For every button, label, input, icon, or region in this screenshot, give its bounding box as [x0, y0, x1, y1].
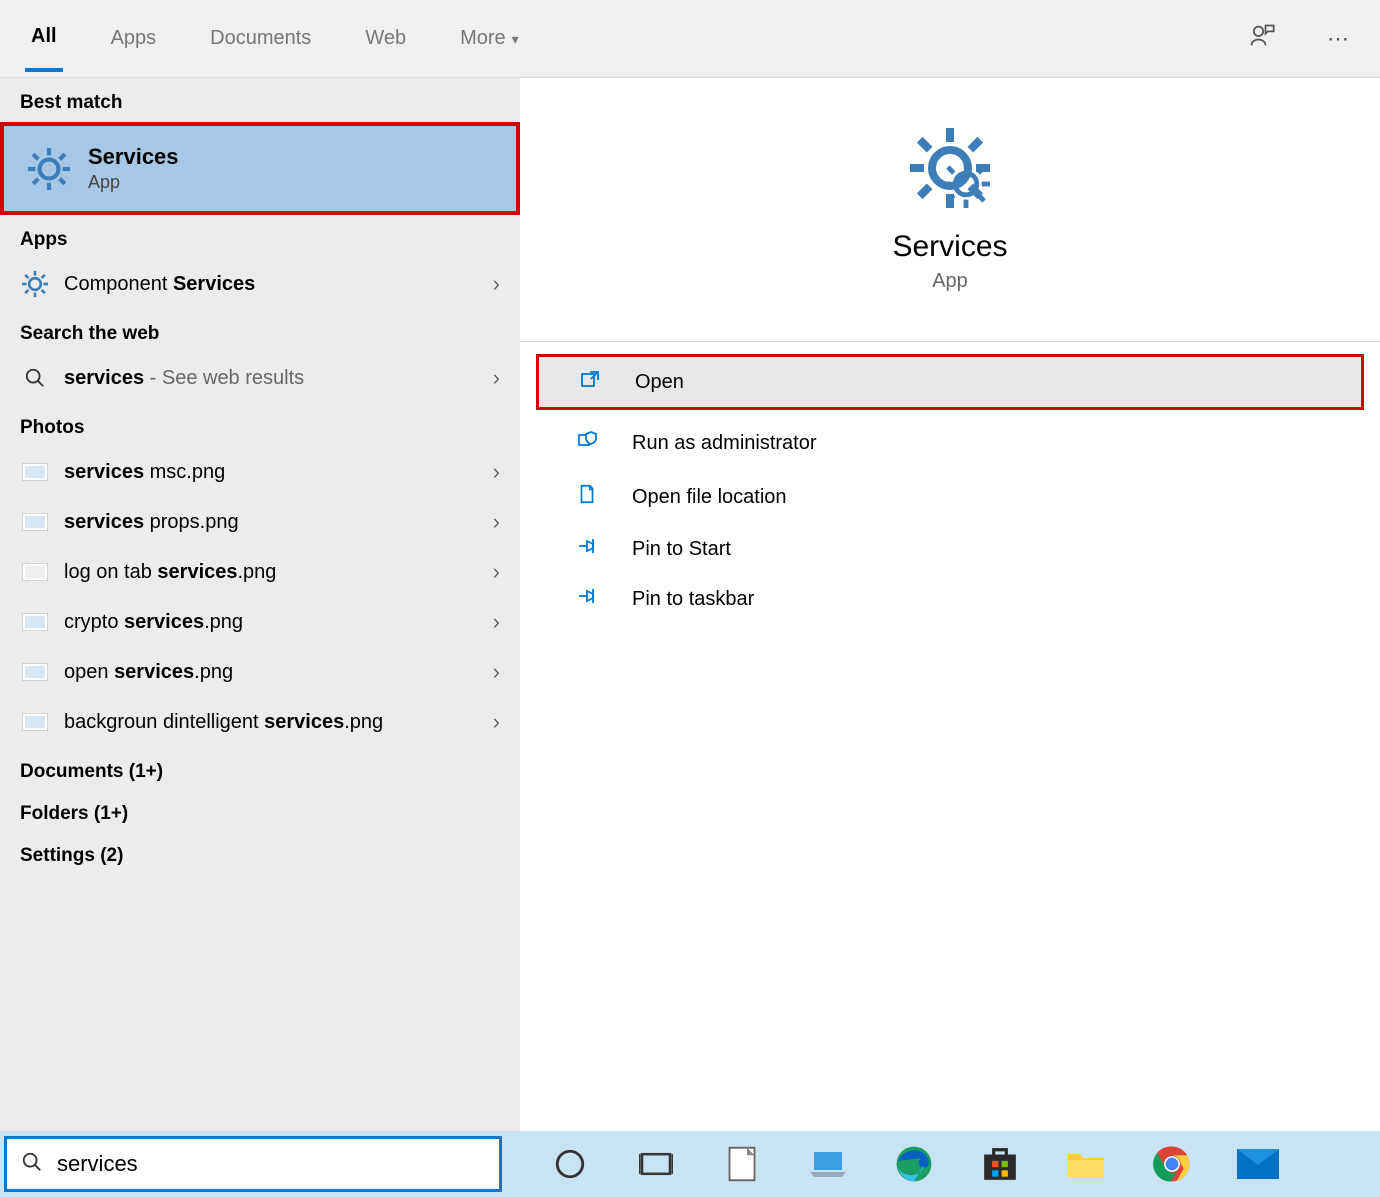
chevron-right-icon: › [493, 659, 500, 685]
heading-documents[interactable]: Documents (1+) [0, 747, 520, 789]
heading-best-match: Best match [0, 78, 520, 122]
open-icon [579, 367, 609, 397]
result-component-services[interactable]: Component Services › [0, 259, 520, 309]
mail-icon[interactable] [1236, 1142, 1280, 1186]
search-input[interactable] [57, 1151, 485, 1177]
taskbar-search-box[interactable] [4, 1136, 502, 1192]
result-photo-3[interactable]: log on tab services.png › [0, 547, 520, 597]
action-run-admin-label: Run as administrator [632, 432, 817, 455]
heading-photos: Photos [0, 403, 520, 447]
edge-icon[interactable] [892, 1142, 936, 1186]
action-pin-taskbar[interactable]: Pin to taskbar [520, 574, 1380, 624]
image-thumb-icon [20, 661, 50, 683]
action-pin-start-label: Pin to Start [632, 538, 731, 561]
chevron-right-icon: › [493, 271, 500, 297]
laptop-icon[interactable] [806, 1142, 850, 1186]
result-photo-6[interactable]: backgroun dintelligent services.png › [0, 697, 520, 747]
result-photo-1[interactable]: services msc.png › [0, 447, 520, 497]
taskbar [0, 1131, 1380, 1197]
results-panel: Best match Services App Apps Component S… [0, 78, 520, 1131]
image-thumb-icon [20, 611, 50, 633]
image-thumb-icon [20, 711, 50, 733]
folder-icon [576, 482, 606, 512]
action-open-label: Open [635, 371, 684, 394]
result-photo-2[interactable]: services props.png › [0, 497, 520, 547]
action-open[interactable]: Open [536, 354, 1364, 410]
tab-apps[interactable]: Apps [105, 7, 163, 70]
search-icon [21, 1151, 43, 1178]
pin-icon [576, 586, 606, 612]
chevron-right-icon: › [493, 509, 500, 535]
chevron-down-icon: ▾ [512, 31, 519, 47]
detail-subtitle: App [520, 270, 1380, 293]
heading-folders[interactable]: Folders (1+) [0, 789, 520, 831]
heading-apps: Apps [0, 215, 520, 259]
image-thumb-icon [20, 511, 50, 533]
chevron-right-icon: › [493, 459, 500, 485]
more-options-icon[interactable]: ⋯ [1321, 26, 1355, 52]
pin-icon [576, 536, 606, 562]
best-match-result[interactable]: Services App [0, 122, 520, 215]
search-filter-tabs: All Apps Documents Web More▾ ⋯ [0, 0, 1380, 78]
result-photo-4[interactable]: crypto services.png › [0, 597, 520, 647]
component-services-icon [20, 273, 50, 295]
detail-panel: Services App Open Run as administrator O… [520, 78, 1380, 1131]
search-icon [20, 367, 50, 389]
action-pin-taskbar-label: Pin to taskbar [632, 588, 754, 611]
action-run-admin[interactable]: Run as administrator [520, 416, 1380, 470]
tab-more[interactable]: More▾ [454, 7, 525, 70]
microsoft-store-icon[interactable] [978, 1142, 1022, 1186]
image-thumb-icon [20, 461, 50, 483]
shield-icon [576, 428, 606, 458]
action-pin-start[interactable]: Pin to Start [520, 524, 1380, 574]
task-view-icon[interactable] [634, 1142, 678, 1186]
image-thumb-icon [20, 561, 50, 583]
chevron-right-icon: › [493, 559, 500, 585]
divider [520, 341, 1380, 342]
best-match-subtitle: App [88, 172, 179, 193]
result-photo-5[interactable]: open services.png › [0, 647, 520, 697]
chrome-icon[interactable] [1150, 1142, 1194, 1186]
action-file-location-label: Open file location [632, 486, 787, 509]
heading-search-web: Search the web [0, 309, 520, 353]
chevron-right-icon: › [493, 609, 500, 635]
heading-settings[interactable]: Settings (2) [0, 831, 520, 873]
chevron-right-icon: › [493, 709, 500, 735]
file-explorer-icon[interactable] [1064, 1142, 1108, 1186]
services-app-icon-large [910, 128, 990, 208]
detail-title: Services [520, 230, 1380, 264]
tab-documents[interactable]: Documents [204, 7, 317, 70]
chevron-right-icon: › [493, 365, 500, 391]
libreoffice-icon[interactable] [720, 1142, 764, 1186]
feedback-icon[interactable] [1245, 22, 1279, 56]
services-app-icon [28, 148, 70, 190]
tab-web[interactable]: Web [359, 7, 412, 70]
tab-all[interactable]: All [25, 5, 63, 72]
action-file-location[interactable]: Open file location [520, 470, 1380, 524]
cortana-icon[interactable] [548, 1142, 592, 1186]
result-web-search[interactable]: services - See web results › [0, 353, 520, 403]
best-match-title: Services [88, 144, 179, 170]
